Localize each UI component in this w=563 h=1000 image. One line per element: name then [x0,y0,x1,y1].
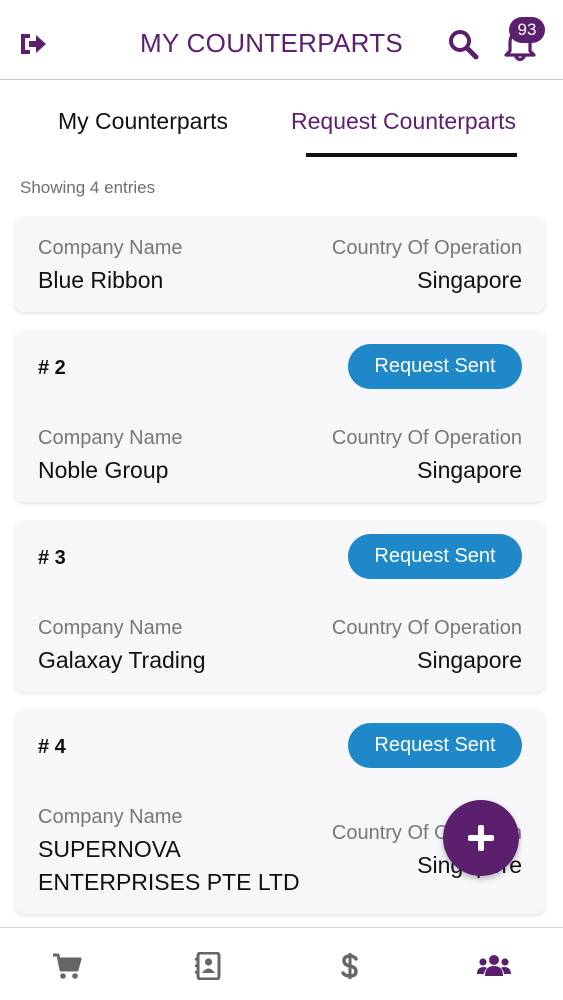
card-index: # 3 [38,547,66,569]
company-name-value: Noble Group [38,457,169,483]
request-sent-button[interactable]: Request Sent [348,344,522,389]
plus-icon [468,825,494,851]
tab-request-counterparts[interactable]: Request Counterparts [291,108,516,135]
company-name-label: Company Name [38,427,183,449]
add-counterpart-button[interactable] [443,800,519,876]
contacts-icon[interactable] [193,952,223,980]
card-index: # 2 [38,357,66,379]
dollar-icon[interactable] [335,952,365,980]
country-value: Singapore [417,267,522,293]
bottom-nav [0,927,563,1000]
tab-my-counterparts[interactable]: My Counterparts [58,108,228,135]
company-name-value: SUPERNOVA [38,836,181,862]
request-sent-button[interactable]: Request Sent [348,534,522,579]
card-index: # 4 [38,736,66,758]
active-tab-indicator [306,153,517,157]
company-name-label: Company Name [38,237,183,259]
country-value: Singapore [417,457,522,483]
app-header: MY COUNTERPARTS 93 [0,0,563,80]
country-label: Country Of Operation [331,427,522,449]
cart-icon[interactable] [52,952,82,980]
counterpart-card[interactable]: Company Name Blue Ribbon Country Of Oper… [14,216,546,312]
company-name-value: Blue Ribbon [38,267,164,293]
notification-badge: 93 [509,17,545,43]
company-name-label: Company Name [38,806,183,828]
company-name-label: Company Name [38,617,183,639]
users-icon[interactable] [476,952,512,980]
request-sent-button[interactable]: Request Sent [348,723,522,768]
counterpart-card[interactable]: # 3 Request Sent Company Name Galaxay Tr… [14,520,546,692]
search-icon[interactable] [447,28,479,60]
company-name-value: ENTERPRISES PTE LTD [38,869,300,895]
country-label: Country Of Operation [331,237,522,259]
country-value: Singapore [417,647,522,673]
entries-count: Showing 4 entries [20,178,156,197]
counterpart-card[interactable]: # 2 Request Sent Company Name Noble Grou… [14,330,546,502]
company-name-value: Galaxay Trading [38,647,206,673]
country-label: Country Of Operation [331,617,522,639]
